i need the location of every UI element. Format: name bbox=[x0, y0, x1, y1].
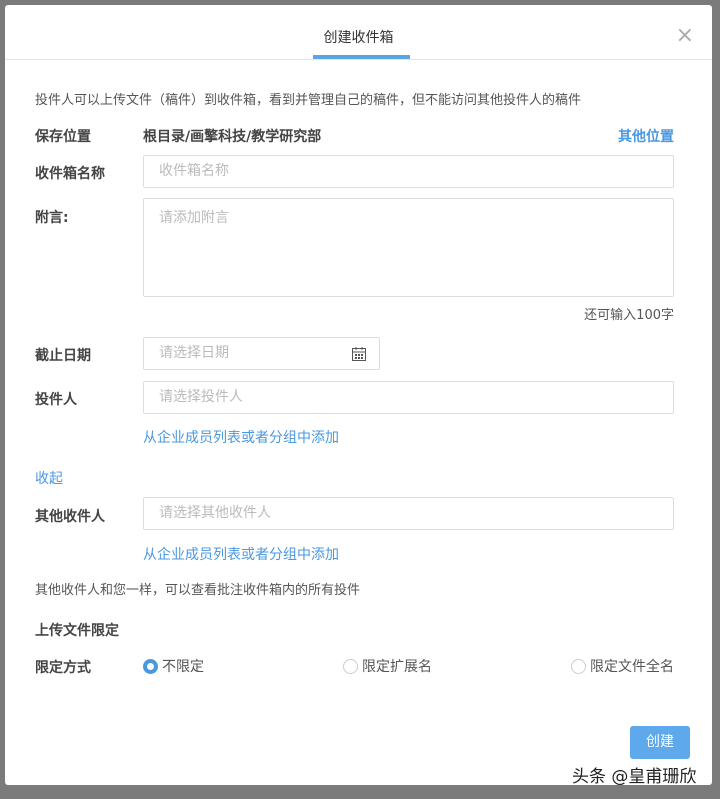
save-location-value: 根目录/画擎科技/教学研究部 bbox=[143, 129, 322, 145]
char-counter: 还可输入100字 bbox=[584, 308, 674, 323]
other-recipients-input[interactable]: 请选择其他收件人 bbox=[143, 497, 674, 530]
radio-unchecked-icon bbox=[571, 658, 586, 674]
description: 投件人可以上传文件（稿件）到收件箱，看到并管理自己的稿件，但不能访问其他投件人的… bbox=[35, 93, 582, 108]
submitters-input[interactable]: 请选择投件人 bbox=[143, 381, 674, 414]
dialog-header: 创建收件箱 × bbox=[5, 5, 712, 60]
note-label: 附言: bbox=[35, 210, 69, 226]
radio-fullname[interactable]: 限定文件全名 bbox=[571, 656, 674, 676]
radio-extension[interactable]: 限定扩展名 bbox=[343, 656, 432, 676]
note-textarea[interactable]: 请添加附言 bbox=[143, 198, 674, 297]
calendar-icon[interactable] bbox=[351, 346, 367, 362]
name-input[interactable]: 收件箱名称 bbox=[143, 155, 674, 188]
radio-label: 限定扩展名 bbox=[362, 659, 432, 675]
recipients-hint: 其他收件人和您一样，可以查看批注收件箱内的所有投件 bbox=[35, 583, 361, 598]
date-placeholder: 请选择日期 bbox=[159, 345, 229, 361]
deadline-label: 截止日期 bbox=[35, 348, 91, 364]
add-submitters-link[interactable]: 从企业成员列表或者分组中添加 bbox=[143, 427, 339, 447]
dialog-title: 创建收件箱 bbox=[323, 30, 394, 46]
radio-unchecked-icon bbox=[343, 658, 358, 674]
name-label: 收件箱名称 bbox=[35, 166, 105, 182]
create-inbox-dialog: 创建收件箱 × 投件人可以上传文件（稿件）到收件箱，看到并管理自己的稿件，但不能… bbox=[5, 5, 712, 785]
close-icon[interactable]: × bbox=[676, 25, 694, 47]
other-location-link[interactable]: 其他位置 bbox=[618, 126, 674, 146]
title-underline bbox=[313, 55, 410, 59]
limit-mode-label: 限定方式 bbox=[35, 660, 91, 676]
radio-unlimited[interactable]: 不限定 bbox=[143, 656, 204, 676]
submitters-label: 投件人 bbox=[35, 392, 77, 408]
watermark: 头条 @皇甫珊欣 bbox=[572, 767, 697, 787]
radio-label: 限定文件全名 bbox=[590, 659, 674, 675]
save-location-label: 保存位置 bbox=[35, 129, 91, 145]
create-button[interactable]: 创建 bbox=[630, 726, 690, 759]
other-recipients-label: 其他收件人 bbox=[35, 509, 105, 525]
upload-limit-heading: 上传文件限定 bbox=[35, 623, 119, 639]
radio-label: 不限定 bbox=[162, 659, 204, 675]
collapse-link[interactable]: 收起 bbox=[35, 468, 63, 488]
add-recipients-link[interactable]: 从企业成员列表或者分组中添加 bbox=[143, 544, 339, 564]
radio-checked-icon bbox=[143, 658, 158, 674]
date-input[interactable]: 请选择日期 bbox=[143, 337, 380, 370]
